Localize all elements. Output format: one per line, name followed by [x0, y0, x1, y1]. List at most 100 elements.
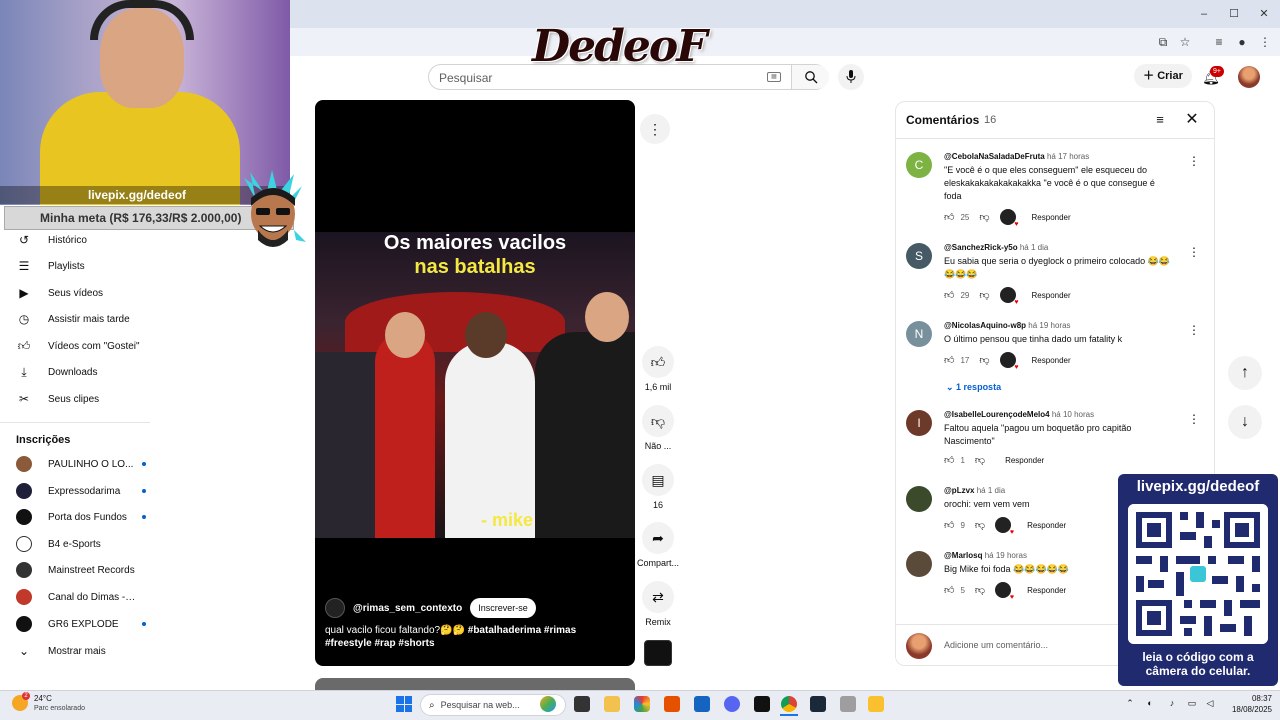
thumbs-down-icon[interactable]: 👎︎ — [979, 289, 989, 301]
volume-icon[interactable]: ◁ — [1204, 697, 1216, 709]
user-avatar[interactable] — [1238, 66, 1260, 88]
microphone-icon[interactable]: ♪ — [1166, 697, 1178, 709]
next-short-button[interactable]: ↓ — [1228, 405, 1262, 439]
comment-author[interactable]: @pLzvx — [944, 486, 974, 495]
comment-author[interactable]: @CebolaNaSaladaDeFruta — [944, 152, 1045, 161]
subscription-item[interactable]: Mainstreet Records — [16, 560, 146, 580]
comment-author[interactable]: @IsabelleLourençodeMelo4 — [944, 410, 1050, 419]
comment-time[interactable]: há 19 horas — [985, 551, 1027, 560]
clock-date[interactable]: 18/08/2025 — [1222, 705, 1272, 714]
tray-app-icon[interactable]: ◐ — [1144, 697, 1156, 709]
subscription-item[interactable]: PAULINHO O LO... — [16, 454, 146, 474]
taskbar-search-input[interactable] — [440, 700, 537, 710]
comment-more-icon[interactable]: ⋮ — [1188, 154, 1200, 168]
thumbs-down-icon[interactable]: 👎︎ — [975, 584, 985, 596]
comment-time[interactable]: há 19 horas — [1028, 321, 1070, 330]
thumbs-down-icon[interactable]: 👎︎ — [979, 211, 989, 223]
comment-avatar[interactable] — [906, 486, 932, 512]
file-explorer-icon[interactable] — [604, 696, 620, 712]
thumbs-up-icon[interactable]: 👍︎ — [944, 354, 954, 366]
sidebar-item-watch-later[interactable]: ◷ Assistir mais tarde — [16, 308, 156, 330]
clock-time[interactable]: 08:37 — [1230, 694, 1272, 703]
comment-more-icon[interactable]: ⋮ — [1188, 323, 1200, 337]
comment-time[interactable]: há 17 horas — [1047, 152, 1089, 161]
short-video-player[interactable]: Os maiores vacilos nas batalhas - mike @… — [315, 100, 635, 666]
thumbs-up-icon[interactable]: 👍︎ — [944, 289, 954, 301]
reply-button[interactable]: Responder — [1032, 291, 1071, 300]
app-icon[interactable] — [664, 696, 680, 712]
comment-time[interactable]: há 1 dia — [977, 486, 1005, 495]
windows-start-icon[interactable] — [396, 696, 412, 712]
weather-description[interactable]: Parc ensolarado — [34, 705, 85, 712]
comment-author[interactable]: @NicolasAquino-w8p — [944, 321, 1026, 330]
sidebar-item-downloads[interactable]: ⤓ Downloads — [16, 361, 156, 383]
weather-temperature[interactable]: 24°C — [34, 694, 52, 703]
subscription-item[interactable]: B4 e-Sports — [16, 534, 146, 554]
search-button[interactable] — [791, 65, 829, 89]
previous-short-button[interactable]: ↑ — [1228, 356, 1262, 390]
install-app-icon[interactable]: ⧉ — [1154, 34, 1172, 50]
sidebar-item-history[interactable]: ↺ Histórico — [16, 229, 156, 251]
add-comment-input[interactable] — [944, 637, 1124, 653]
obs-icon[interactable] — [754, 696, 770, 712]
profile-icon[interactable]: ● — [1233, 34, 1251, 50]
comments-button[interactable]: ▤ — [642, 464, 674, 496]
discord-icon[interactable] — [724, 696, 740, 712]
dislike-button[interactable]: 👎︎ — [642, 405, 674, 437]
comment-time[interactable]: há 1 dia — [1020, 243, 1048, 252]
comment-avatar[interactable]: C — [906, 152, 932, 178]
thumbs-down-icon[interactable]: 👎︎ — [975, 454, 985, 466]
remix-button[interactable]: ⇄ — [642, 581, 674, 613]
thumbs-up-icon[interactable]: 👍︎ — [944, 584, 954, 596]
thumbs-down-icon[interactable]: 👎︎ — [979, 354, 989, 366]
steam-icon[interactable] — [810, 696, 826, 712]
reply-button[interactable]: Responder — [1027, 586, 1066, 595]
comment-avatar[interactable]: S — [906, 243, 932, 269]
sort-icon[interactable]: ≡ — [1152, 112, 1168, 128]
channel-name[interactable]: @rimas_sem_contexto — [353, 603, 462, 614]
tray-chevron-icon[interactable]: ⌃ — [1124, 697, 1136, 709]
maximize-button[interactable]: ☐ — [1224, 6, 1244, 22]
create-button[interactable]: ＋ Criar — [1134, 64, 1192, 88]
network-icon[interactable]: ▭ — [1186, 697, 1198, 709]
app-icon[interactable] — [840, 696, 856, 712]
browser-menu-icon[interactable]: ⋮ — [1256, 34, 1274, 50]
thumbs-up-icon[interactable]: 👍︎ — [944, 454, 954, 466]
comment-author[interactable]: @SanchezRick-y5o — [944, 243, 1018, 252]
more-options-icon[interactable]: ⋮ — [640, 114, 670, 144]
thumbs-up-icon[interactable]: 👍︎ — [944, 211, 954, 223]
sidebar-item-your-videos[interactable]: ▶ Seus vídeos — [16, 282, 156, 304]
thumbs-up-icon[interactable]: 👍︎ — [944, 519, 954, 531]
reply-button[interactable]: Responder — [1027, 521, 1066, 530]
comment-time[interactable]: há 10 horas — [1052, 410, 1094, 419]
comment-more-icon[interactable]: ⋮ — [1188, 412, 1200, 426]
show-more-button[interactable]: ⌄ Mostrar mais — [16, 640, 156, 662]
subscription-item[interactable]: Expressodarima — [16, 481, 146, 501]
close-window-button[interactable]: ✕ — [1254, 6, 1274, 22]
bookmark-star-icon[interactable]: ☆ — [1176, 34, 1194, 50]
comment-avatar[interactable] — [906, 551, 932, 577]
sound-thumbnail[interactable] — [644, 640, 672, 666]
comment-avatar[interactable]: I — [906, 410, 932, 436]
minimize-button[interactable]: ‒ — [1194, 6, 1214, 22]
subscription-item[interactable]: GR6 EXPLODE — [16, 614, 146, 634]
like-button[interactable]: 👍︎ — [642, 346, 674, 378]
sidebar-item-clips[interactable]: ✂ Seus clipes — [16, 388, 156, 410]
voice-search-button[interactable] — [838, 64, 864, 90]
thumbs-down-icon[interactable]: 👎︎ — [975, 519, 985, 531]
subscribe-button[interactable]: Inscrever-se — [470, 598, 536, 618]
comment-more-icon[interactable]: ⋮ — [1188, 245, 1200, 259]
reply-button[interactable]: Responder — [1032, 356, 1071, 365]
chrome-icon[interactable] — [781, 696, 797, 712]
subscription-item[interactable]: Canal do Dimas - M... — [16, 587, 146, 607]
close-icon[interactable]: ✕ — [1184, 112, 1200, 128]
share-button[interactable]: ➦ — [642, 522, 674, 554]
reply-button[interactable]: Responder — [1032, 213, 1071, 222]
comment-author[interactable]: @Marlosq — [944, 551, 982, 560]
channel-avatar[interactable] — [325, 598, 345, 618]
notes-icon[interactable] — [868, 696, 884, 712]
task-view-icon[interactable] — [574, 696, 590, 712]
store-icon[interactable] — [694, 696, 710, 712]
photos-icon[interactable] — [634, 696, 650, 712]
keyboard-icon[interactable]: ▦ — [767, 72, 781, 82]
